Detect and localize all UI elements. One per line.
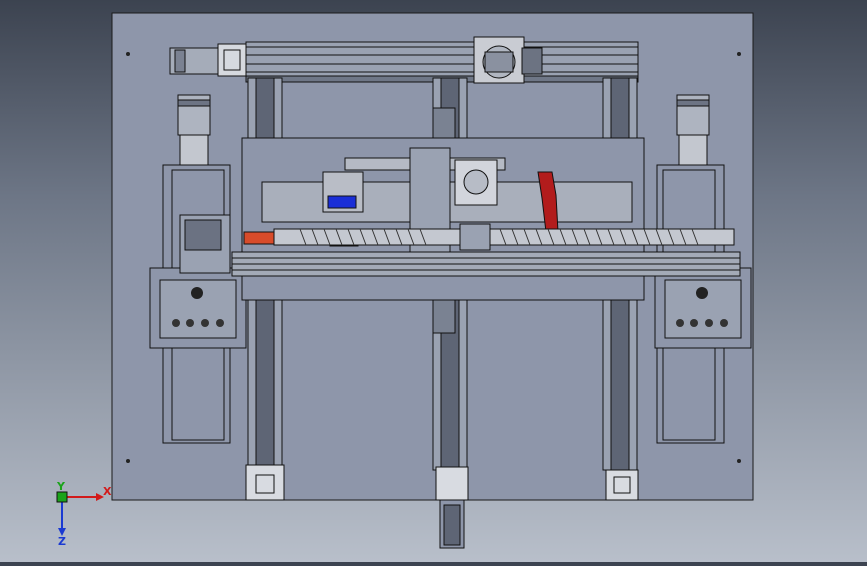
coordinate-triad	[56, 491, 104, 536]
triad-x-label: X	[103, 485, 112, 498]
top-left-motor[interactable]	[169, 43, 247, 77]
right-side-motor[interactable]	[676, 94, 710, 166]
cad-viewport[interactable]: X Y Z	[0, 0, 867, 562]
left-side-motor[interactable]	[177, 94, 211, 166]
horizontal-crossbar[interactable]	[231, 251, 741, 277]
top-gantry-beam[interactable]	[245, 41, 639, 83]
assembly-drawing[interactable]	[0, 0, 867, 562]
triad-z-label: Z	[58, 535, 66, 548]
triad-y-label: Y	[57, 480, 65, 493]
